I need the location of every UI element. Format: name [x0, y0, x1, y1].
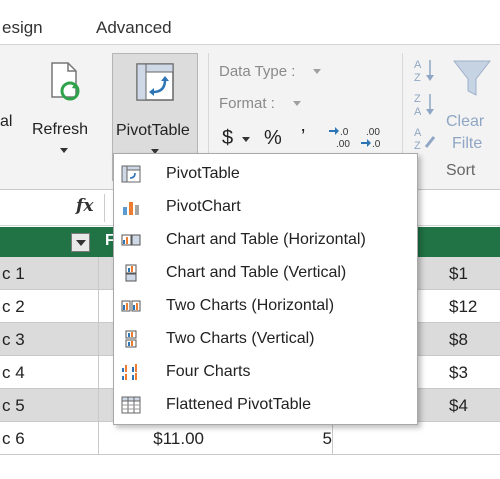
menu-item-label: Chart and Table (Vertical): [166, 264, 347, 281]
four-charts-icon: [122, 364, 137, 380]
cell-d: $3: [449, 363, 468, 382]
pivottable-icon: [121, 165, 141, 183]
ribbon-tab-strip: esign Advanced: [0, 0, 500, 44]
pivottable-dropdown-menu: PivotTable PivotChart Chart and Table (H…: [113, 153, 418, 425]
svg-text:.0: .0: [340, 127, 349, 138]
menu-item-chart-table-horizontal[interactable]: Chart and Table (Horizontal): [114, 223, 417, 256]
menu-item-label: Four Charts: [166, 363, 251, 380]
menu-item-pivotchart[interactable]: PivotChart: [114, 190, 417, 223]
cell-c: 5: [322, 429, 332, 448]
svg-text:.00: .00: [366, 127, 380, 138]
menu-item-flattened-pivottable[interactable]: Flattened PivotTable: [114, 388, 417, 421]
cell-a: c 4: [2, 363, 25, 382]
format-caret-icon: [293, 101, 301, 106]
cell-d: $8: [449, 330, 468, 349]
menu-item-pivottable[interactable]: PivotTable: [114, 157, 417, 190]
sort-group-label: Sort: [446, 162, 476, 179]
menu-item-label: Flattened PivotTable: [166, 396, 311, 413]
cell-d: $4: [449, 396, 468, 415]
percent-button[interactable]: %: [264, 127, 282, 150]
pivottable-large-icon: [136, 63, 174, 101]
insert-function-icon[interactable]: fx: [76, 196, 93, 216]
cell-a: c 3: [2, 330, 25, 349]
chart-table-horizontal-icon: [121, 234, 141, 246]
partial-ribbon-label: al: [0, 113, 13, 130]
refresh-caret-icon: [60, 148, 68, 153]
data-type-label[interactable]: Data Type :: [219, 63, 295, 80]
cell-d: $12: [449, 297, 478, 316]
tab-advanced[interactable]: Advanced: [96, 18, 172, 38]
cell-a: c 5: [2, 396, 25, 415]
cell-d: $1: [449, 264, 468, 283]
svg-text:A: A: [414, 106, 422, 117]
menu-item-two-charts-horizontal[interactable]: Two Charts (Horizontal): [114, 289, 417, 322]
sort-az-icon[interactable]: A Z: [414, 57, 438, 83]
refresh-icon: [51, 62, 80, 101]
currency-caret-icon: [242, 137, 250, 142]
filter-label[interactable]: Filte: [452, 135, 482, 153]
increase-decimal-icon[interactable]: .0 .00: [328, 125, 356, 149]
two-charts-vertical-icon: [125, 330, 137, 348]
decrease-decimal-icon[interactable]: .00 .0: [360, 125, 388, 149]
cell-a: c 2: [2, 297, 25, 316]
table-row[interactable]: c 6 $11.00 5: [0, 422, 500, 455]
svg-text:.00: .00: [336, 139, 350, 149]
column-filter-button[interactable]: [71, 233, 90, 252]
pivotchart-icon: [123, 202, 139, 215]
sort-za-icon[interactable]: Z A: [414, 91, 438, 117]
svg-text:A: A: [414, 59, 422, 71]
formula-bar-separator: [104, 194, 105, 222]
svg-text:.0: .0: [372, 139, 381, 149]
sort-custom-icon[interactable]: A Z: [414, 125, 438, 151]
svg-text:A: A: [414, 127, 422, 139]
comma-button[interactable]: ʼ: [301, 127, 305, 150]
menu-item-label: Two Charts (Vertical): [166, 330, 315, 347]
pivottable-label: PivotTable: [116, 122, 190, 139]
menu-item-label: PivotTable: [166, 165, 240, 182]
svg-text:Z: Z: [414, 93, 421, 105]
chart-table-vertical-icon: [125, 264, 137, 282]
cell-a: c 6: [2, 429, 25, 448]
currency-button[interactable]: $: [222, 127, 233, 150]
flattened-pivottable-icon: [121, 396, 141, 414]
data-type-caret-icon: [313, 69, 321, 74]
cell-a: c 1: [2, 264, 25, 283]
format-label[interactable]: Format :: [219, 95, 275, 112]
refresh-button[interactable]: Refresh: [28, 53, 100, 181]
cell-b: $11.00: [153, 429, 204, 448]
clear-label[interactable]: Clear: [446, 113, 484, 131]
menu-item-label: Two Charts (Horizontal): [166, 297, 335, 314]
clear-filter-icon[interactable]: [452, 59, 492, 99]
menu-item-chart-table-vertical[interactable]: Chart and Table (Vertical): [114, 256, 417, 289]
two-charts-horizontal-icon: [121, 300, 141, 312]
menu-item-four-charts[interactable]: Four Charts: [114, 355, 417, 388]
menu-item-label: PivotChart: [166, 198, 241, 215]
menu-item-label: Chart and Table (Horizontal): [166, 231, 366, 248]
svg-text:Z: Z: [414, 140, 421, 151]
menu-item-two-charts-vertical[interactable]: Two Charts (Vertical): [114, 322, 417, 355]
tab-design[interactable]: esign: [2, 18, 43, 38]
svg-text:Z: Z: [414, 72, 421, 83]
refresh-label: Refresh: [32, 121, 89, 138]
